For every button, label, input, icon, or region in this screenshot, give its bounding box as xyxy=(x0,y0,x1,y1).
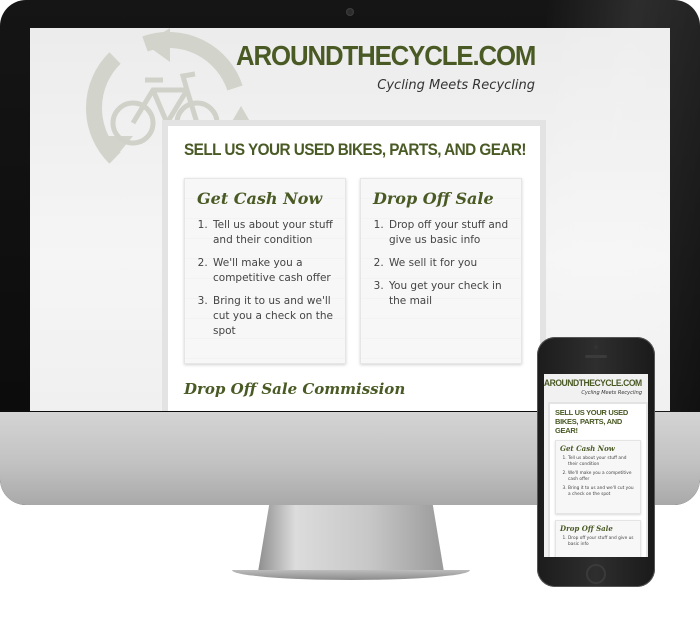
section-heading: Drop Off Sale Commission xyxy=(184,380,406,398)
panel-title: Get Cash Now xyxy=(197,189,323,208)
list-item: Tell us about your stuff and their condi… xyxy=(211,218,335,248)
site-tagline: Cycling Meets Recycling xyxy=(377,78,535,93)
list-item: We'll make you a competitive cash offer xyxy=(568,471,637,483)
mobile-content-card: SELL US YOUR USED BIKES, PARTS, AND GEAR… xyxy=(548,402,648,557)
list-item: Bring it to us and we'll cut you a check… xyxy=(568,486,637,498)
steps-list: Tell us about your stuff and their condi… xyxy=(556,456,640,498)
get-cash-now-panel: Get Cash Now Tell us about your stuff an… xyxy=(184,178,346,364)
panel-title: Drop Off Sale xyxy=(560,524,613,533)
home-button[interactable] xyxy=(586,564,606,584)
panel-title: Drop Off Sale xyxy=(373,189,494,208)
steps-list: Drop off your stuff and give us basic in… xyxy=(361,218,521,309)
steps-list: Drop off your stuff and give us basic in… xyxy=(556,536,640,548)
phone-device: AROUNDTHECYCLE.COM Cycling Meets Recycli… xyxy=(537,337,655,587)
mobile-get-cash-now-panel: Get Cash Now Tell us about your stuff an… xyxy=(555,440,641,514)
mobile-drop-off-sale-panel: Drop Off Sale Drop off your stuff and gi… xyxy=(555,520,641,557)
mobile-site-tagline: Cycling Meets Recycling xyxy=(581,390,642,396)
site-title[interactable]: AROUNDTHECYCLE.COM xyxy=(236,40,536,72)
list-item: Bring it to us and we'll cut you a check… xyxy=(211,294,335,339)
phone-camera-icon xyxy=(594,345,598,349)
monitor-stand-base xyxy=(232,570,470,580)
list-item: Drop off your stuff and give us basic in… xyxy=(387,218,511,248)
main-content-card: SELL US YOUR USED BIKES, PARTS, AND GEAR… xyxy=(162,120,546,411)
list-item: Tell us about your stuff and their condi… xyxy=(568,456,637,468)
list-item: You get your check in the mail xyxy=(387,279,511,309)
drop-off-sale-panel: Drop Off Sale Drop off your stuff and gi… xyxy=(360,178,522,364)
mobile-page-heading: SELL US YOUR USED BIKES, PARTS, AND GEAR… xyxy=(555,408,628,435)
webcam-icon xyxy=(346,8,354,16)
list-item: We'll make you a competitive cash offer xyxy=(211,256,335,286)
panel-title: Get Cash Now xyxy=(560,444,615,453)
monitor-stand xyxy=(258,505,444,572)
list-item: We sell it for you xyxy=(387,256,511,271)
page-heading: SELL US YOUR USED BIKES, PARTS, AND GEAR… xyxy=(184,140,527,159)
phone-speaker xyxy=(585,355,607,358)
phone-screen: AROUNDTHECYCLE.COM Cycling Meets Recycli… xyxy=(544,374,648,557)
mobile-site-title[interactable]: AROUNDTHECYCLE.COM xyxy=(544,378,642,389)
steps-list: Tell us about your stuff and their condi… xyxy=(185,218,345,339)
list-item: Drop off your stuff and give us basic in… xyxy=(568,536,637,548)
